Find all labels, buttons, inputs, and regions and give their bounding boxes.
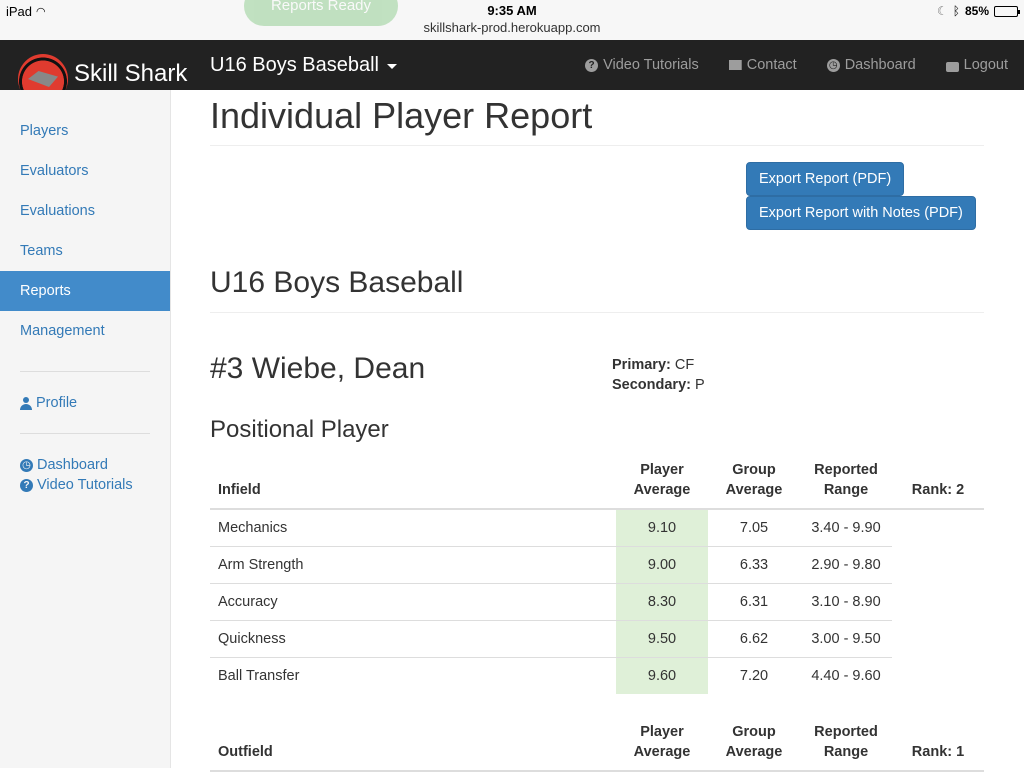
skill-name: Mechanics xyxy=(210,508,616,546)
sidebar-video-tutorials[interactable]: ? Video Tutorials xyxy=(0,475,170,495)
address-bar-url[interactable]: skillshark-prod.herokuapp.com xyxy=(0,20,1024,35)
team-divider xyxy=(210,312,984,313)
sidebar-video-tutorials-label: Video Tutorials xyxy=(37,477,133,493)
ios-status-bar: Reports Ready iPad ◠ 9:35 AM skillshark-… xyxy=(0,0,1024,40)
reported-range: 2.90 - 9.80 xyxy=(800,545,892,583)
group-average: 7.20 xyxy=(708,656,800,694)
player-average: 9.10 xyxy=(616,508,708,546)
user-icon xyxy=(20,396,32,410)
team-dropdown-label: U16 Boys Baseball xyxy=(210,54,379,76)
table-header-row: Infield Player Average Group Average Repor… xyxy=(210,460,984,509)
sidebar-item-evaluations[interactable]: Evaluations xyxy=(0,191,170,231)
nav-video-tutorials-label: Video Tutorials xyxy=(603,57,699,73)
table-row: Mechanics 9.10 7.05 3.40 - 9.90 xyxy=(210,508,984,546)
outfield-rank: Rank: 1 xyxy=(911,744,965,760)
player-average: 9.00 xyxy=(616,545,708,583)
clock: 9:35 AM xyxy=(487,3,537,18)
outfield-label: Outfield xyxy=(218,744,273,760)
skill-name: Accuracy xyxy=(210,582,616,620)
sidebar-dashboard[interactable]: ◷ Dashboard xyxy=(0,455,170,475)
table-row: Quickness 9.50 6.62 3.00 - 9.50 xyxy=(210,619,984,657)
question-circle-icon: ? xyxy=(20,478,33,492)
col-reported-range: Reported Range xyxy=(814,724,878,760)
sidebar-profile[interactable]: Profile xyxy=(0,393,170,413)
group-average: 6.31 xyxy=(708,582,800,620)
skill-name: Ball Transfer xyxy=(210,656,616,694)
caret-down-icon xyxy=(386,64,397,69)
col-group-average: Group Average xyxy=(725,462,783,498)
sidebar-item-reports[interactable]: Reports xyxy=(0,271,170,311)
group-average: 6.62 xyxy=(708,619,800,657)
sidebar-dashboard-label: Dashboard xyxy=(37,457,108,473)
nav-contact[interactable]: Contact xyxy=(728,57,797,73)
team-title: U16 Boys Baseball xyxy=(210,266,464,299)
lock-icon xyxy=(945,61,959,72)
sidebar-item-management[interactable]: Management xyxy=(0,311,170,351)
infield-label: Infield xyxy=(218,482,261,498)
moon-icon: ☾ xyxy=(937,4,948,18)
nav-video-tutorials[interactable]: ? Video Tutorials xyxy=(585,57,699,73)
sidebar-profile-label: Profile xyxy=(36,395,78,411)
secondary-position: Secondary: P xyxy=(612,377,705,393)
table-row: Ball Transfer 9.60 7.20 4.40 - 9.60 xyxy=(210,656,984,694)
sidebar-item-players[interactable]: Players xyxy=(0,111,170,151)
infield-table: Infield Player Average Group Average Repor… xyxy=(210,460,984,694)
bluetooth-icon: ᛒ xyxy=(952,4,960,18)
status-indicators: ☾ ᛒ 85% xyxy=(937,4,1020,18)
reported-range: 4.40 - 9.60 xyxy=(800,656,892,694)
group-average: 7.05 xyxy=(708,508,800,546)
player-name: #3 Wiebe, Dean xyxy=(210,352,426,385)
primary-position: Primary: CF xyxy=(612,357,695,373)
nav-logout[interactable]: Logout xyxy=(945,57,1008,73)
dashboard-icon: ◷ xyxy=(826,58,840,72)
nav-contact-label: Contact xyxy=(746,57,797,73)
table-row: Accuracy 8.30 6.31 3.10 - 8.90 xyxy=(210,582,984,620)
player-positions: Primary: CF Secondary: P xyxy=(612,355,705,395)
col-player-average: Player Average xyxy=(633,724,691,760)
nav-dashboard[interactable]: ◷ Dashboard xyxy=(826,57,916,73)
player-average: 9.60 xyxy=(616,656,708,694)
battery-percent: 85% xyxy=(964,4,989,18)
player-average: 9.50 xyxy=(616,619,708,657)
reported-range: 3.10 - 8.90 xyxy=(800,582,892,620)
sidebar-item-evaluators[interactable]: Evaluators xyxy=(0,151,170,191)
sidebar: Players Evaluators Evaluations Teams Rep… xyxy=(0,90,171,768)
table-row: Arm Strength 9.00 6.33 2.90 - 9.80 xyxy=(210,545,984,583)
battery-icon xyxy=(994,5,1020,17)
dashboard-icon: ◷ xyxy=(20,458,33,472)
col-group-average: Group Average xyxy=(725,724,783,760)
group-average: 6.33 xyxy=(708,545,800,583)
col-reported-range: Reported Range xyxy=(814,462,878,498)
team-dropdown[interactable]: U16 Boys Baseball xyxy=(210,54,397,77)
envelope-icon xyxy=(728,60,742,70)
sidebar-item-teams[interactable]: Teams xyxy=(0,231,170,271)
navbar-links: ? Video Tutorials Contact ◷ Dashboard Lo… xyxy=(585,40,1008,90)
brand-name: Skill Shark xyxy=(74,60,188,87)
reported-range: 3.40 - 9.90 xyxy=(800,508,892,546)
page-title: Individual Player Report xyxy=(210,95,593,136)
title-divider xyxy=(210,145,984,146)
nav-logout-label: Logout xyxy=(963,57,1008,73)
skill-name: Arm Strength xyxy=(210,545,616,583)
export-report-notes-pdf-button[interactable]: Export Report with Notes (PDF) xyxy=(746,196,976,230)
table-header-row: Outfield Player Average Group Average Repo… xyxy=(210,722,984,771)
col-player-average: Player Average xyxy=(633,462,691,498)
player-average: 8.30 xyxy=(616,582,708,620)
question-circle-icon: ? xyxy=(585,58,599,72)
nav-dashboard-label: Dashboard xyxy=(844,57,916,73)
main-content: Individual Player Report xyxy=(210,90,984,146)
reported-range: 3.00 - 9.50 xyxy=(800,619,892,657)
skill-name: Quickness xyxy=(210,619,616,657)
section-title: Positional Player xyxy=(210,416,389,443)
outfield-table: Outfield Player Average Group Average Repo… xyxy=(210,722,984,772)
infield-rank: Rank: 2 xyxy=(911,482,965,498)
export-report-pdf-button[interactable]: Export Report (PDF) xyxy=(746,162,905,196)
